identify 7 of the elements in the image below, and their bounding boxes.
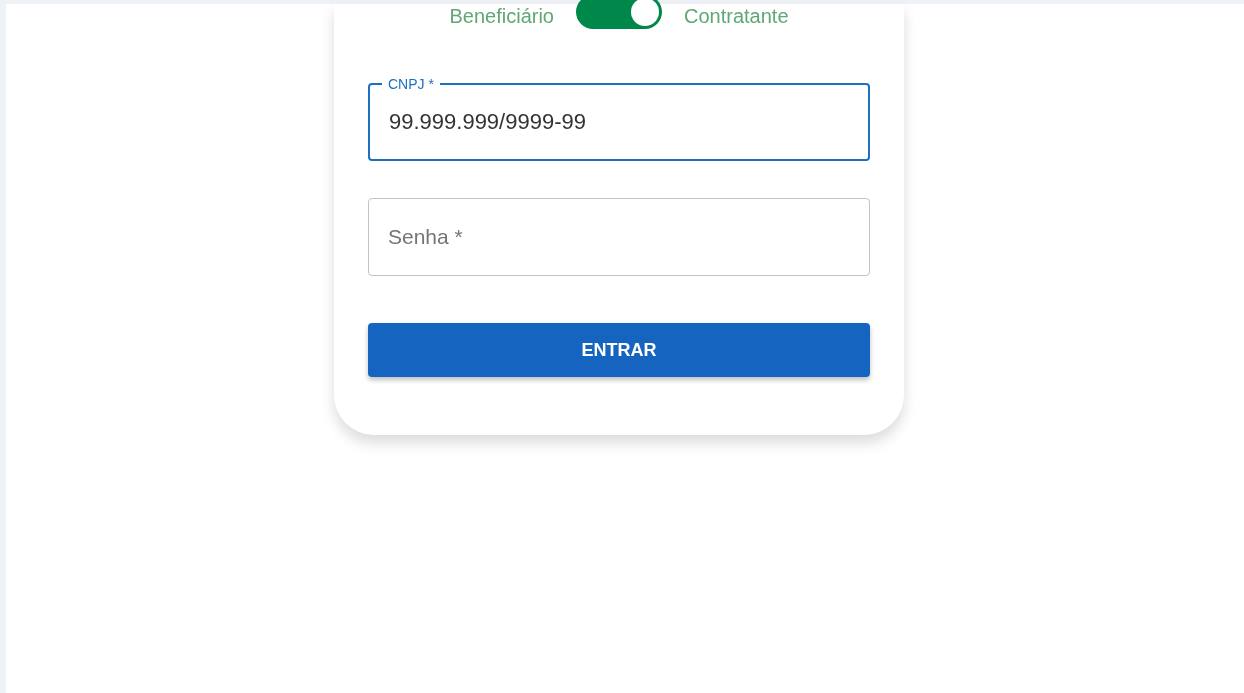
field-placeholder: Senha *: [388, 225, 463, 249]
toggle-label: Contratante: [684, 4, 789, 28]
user-type-switch[interactable]: [576, 0, 662, 29]
toggle-label: Beneficiário: [449, 4, 554, 28]
enter-button[interactable]: ENTRAR: [368, 323, 870, 377]
input-field[interactable]: Senha *: [368, 198, 870, 276]
field-value: 99.999.999/9999-99: [389, 109, 586, 135]
